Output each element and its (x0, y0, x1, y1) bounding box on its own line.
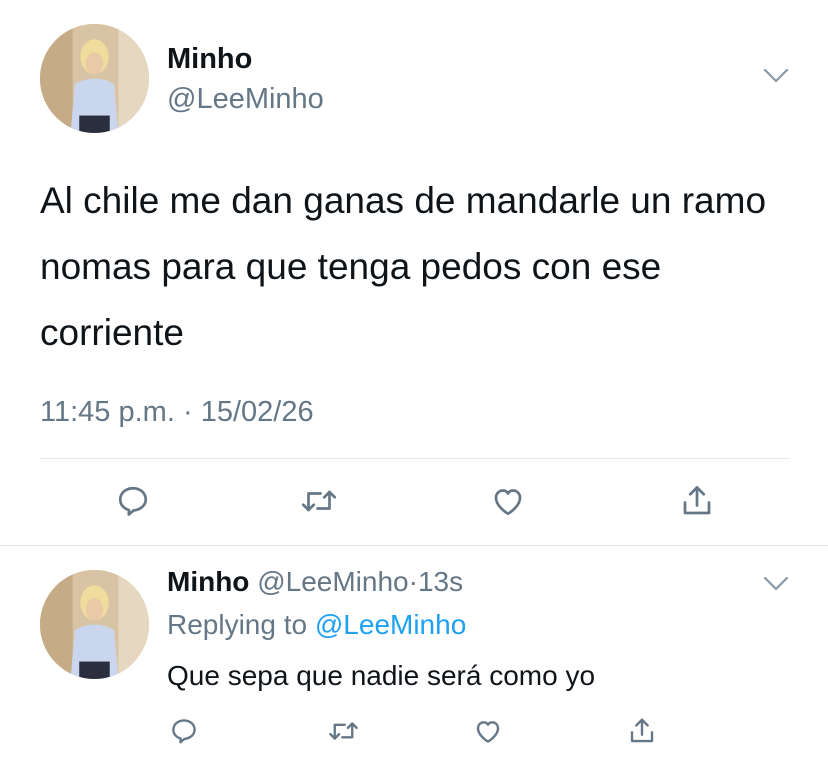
author-name[interactable]: Minho (167, 566, 249, 597)
share-button[interactable] (677, 481, 717, 521)
heart-icon (494, 489, 522, 516)
share-button[interactable] (625, 714, 659, 748)
tweet-time: 11:45 p.m. (40, 396, 175, 428)
retweet-button[interactable] (325, 714, 361, 748)
share-icon (683, 486, 711, 515)
tweet-age[interactable]: 13s (418, 566, 463, 597)
reply-icon (118, 486, 148, 516)
retweet-icon (328, 722, 358, 740)
header-separator: · (408, 566, 418, 597)
replying-mention-link[interactable]: @LeeMinho (315, 609, 466, 640)
like-button[interactable] (471, 714, 505, 748)
divider (40, 458, 790, 459)
chevron-down-icon[interactable] (763, 576, 789, 592)
retweet-icon (301, 490, 337, 512)
timestamp-separator: · (182, 396, 193, 428)
avatar-photo (40, 24, 149, 133)
heart-icon (476, 721, 500, 743)
reply-header: Minho @LeeMinho·13s (167, 566, 463, 598)
tweet-text: Al chile me dan ganas de mandarle un ram… (40, 180, 767, 353)
divider (0, 545, 828, 546)
avatar[interactable] (40, 570, 149, 679)
avatar[interactable] (40, 24, 149, 133)
reply-text: Que sepa que nadie será como yo (167, 660, 596, 691)
tweet-date: 15/02/26 (200, 396, 314, 428)
chevron-down-icon[interactable] (763, 68, 789, 84)
tweet-timestamp[interactable]: 11:45 p.m. · 15/02/26 (40, 396, 314, 429)
replying-prefix: Replying to (167, 609, 308, 640)
tweet-thread: Minho @LeeMinho Al chile me dan ganas de… (0, 0, 828, 769)
reply-button[interactable] (113, 481, 153, 521)
share-icon (630, 718, 654, 743)
author-name[interactable]: Minho (167, 43, 252, 76)
like-button[interactable] (488, 481, 528, 521)
reply-button[interactable] (167, 714, 201, 748)
retweet-button[interactable] (297, 481, 341, 521)
reply-icon (172, 719, 196, 744)
author-handle[interactable]: @LeeMinho (167, 83, 324, 116)
replying-to: Replying to @LeeMinho (167, 609, 466, 641)
avatar-photo (40, 570, 149, 679)
author-handle[interactable]: @LeeMinho (257, 566, 408, 597)
